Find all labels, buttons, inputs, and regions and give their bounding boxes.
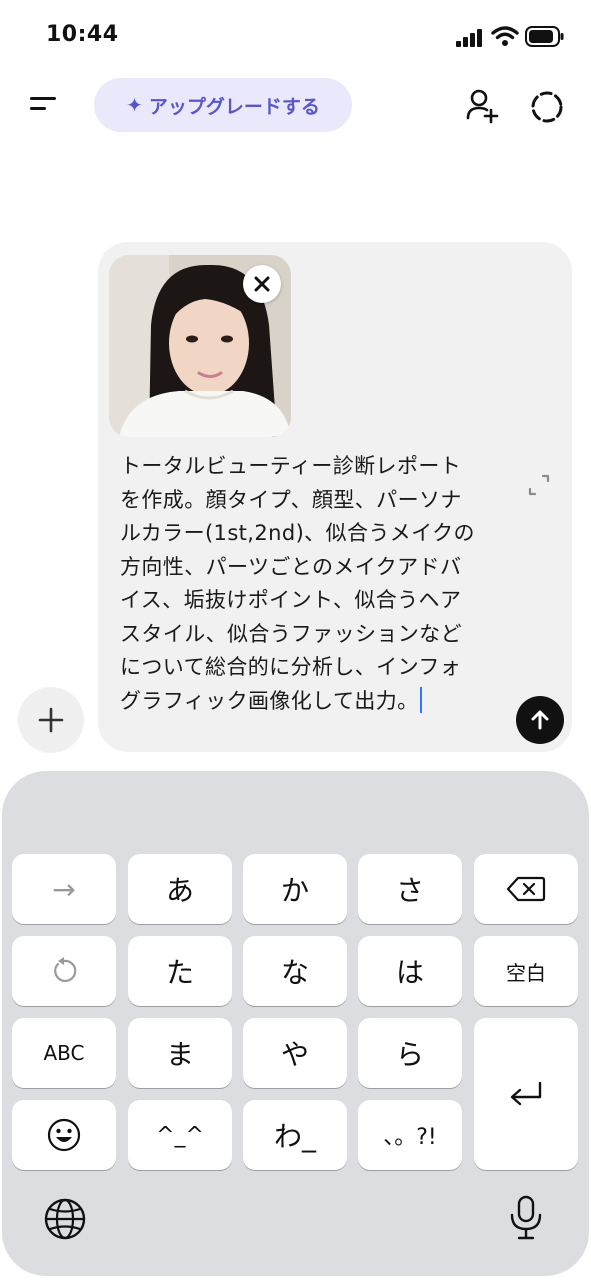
key-delete[interactable] (474, 854, 578, 924)
arrow-up-icon (531, 710, 549, 730)
key-return[interactable] (474, 1018, 578, 1170)
emoji-icon (47, 1118, 81, 1152)
add-attachment-button[interactable] (18, 687, 84, 753)
close-icon (254, 276, 270, 292)
delete-icon (506, 876, 546, 902)
message-input[interactable]: トータルビューティー診断レポートを作成。顔タイプ、顔型、パーソナルカラー(1st… (120, 450, 480, 718)
temporary-chat-icon[interactable] (528, 88, 566, 126)
key-undo[interactable] (12, 936, 116, 1006)
upgrade-button[interactable]: ✦ アップグレードする (94, 78, 352, 132)
battery-icon (525, 26, 564, 47)
key-ya[interactable]: や (243, 1018, 347, 1088)
key-space[interactable]: 空白 (474, 936, 578, 1006)
key-emoji[interactable] (12, 1100, 116, 1170)
add-person-icon[interactable] (464, 88, 500, 124)
key-ha[interactable]: は (358, 936, 462, 1006)
microphone-icon[interactable] (508, 1195, 544, 1241)
expand-icon[interactable] (526, 472, 552, 498)
remove-attachment-button[interactable] (243, 265, 281, 303)
menu-icon (30, 97, 56, 100)
wifi-icon (491, 26, 519, 46)
key-ra[interactable]: ら (358, 1018, 462, 1088)
key-wa[interactable]: わ_ (243, 1100, 347, 1170)
message-text: トータルビューティー診断レポートを作成。顔タイプ、顔型、パーソナルカラー(1st… (120, 454, 475, 713)
sparkle-icon: ✦ (126, 93, 143, 117)
key-sa[interactable]: さ (358, 854, 462, 924)
plus-icon (38, 707, 64, 733)
key-abc[interactable]: ABC (12, 1018, 116, 1088)
send-button[interactable] (516, 696, 564, 744)
key-arrow-right[interactable]: → (12, 854, 116, 924)
menu-button[interactable] (22, 86, 66, 126)
key-na[interactable]: な (243, 936, 347, 1006)
key-kaomoji[interactable]: ^_^ (128, 1100, 232, 1170)
cellular-signal-icon (456, 29, 482, 47)
globe-icon[interactable] (43, 1197, 87, 1241)
key-ka[interactable]: か (243, 854, 347, 924)
menu-icon-line (30, 107, 46, 110)
return-icon (510, 1081, 542, 1106)
text-caret (419, 686, 422, 713)
undo-icon (54, 957, 77, 983)
key-a[interactable]: あ (128, 854, 232, 924)
key-ta[interactable]: た (128, 936, 232, 1006)
key-punctuation[interactable]: 、。?! (358, 1100, 462, 1170)
key-ma[interactable]: ま (128, 1018, 232, 1088)
upgrade-label: アップグレードする (148, 95, 320, 118)
status-time: 10:44 (46, 22, 119, 47)
